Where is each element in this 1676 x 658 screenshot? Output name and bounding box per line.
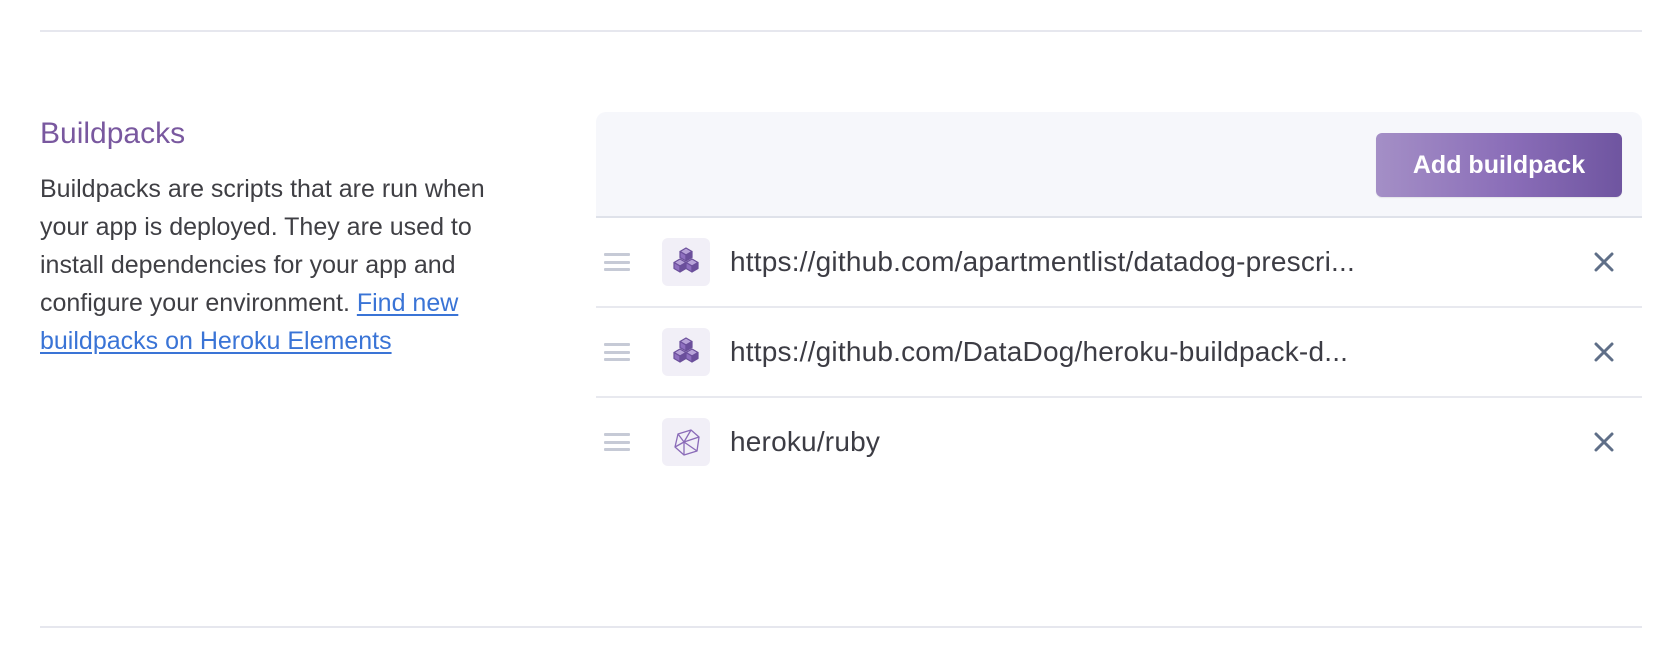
section-title: Buildpacks — [40, 117, 186, 150]
add-buildpack-button[interactable]: Add buildpack — [1376, 133, 1622, 197]
remove-buildpack-close-icon[interactable] — [1586, 244, 1622, 280]
buildpacks-settings-page: Buildpacks Buildpacks are scripts that a… — [0, 0, 1676, 658]
drag-handle-icon[interactable] — [604, 433, 630, 451]
section-description: Buildpacks are scripts that are run when… — [40, 170, 540, 360]
bottom-divider — [40, 626, 1642, 628]
cubes-icon — [662, 238, 710, 286]
remove-buildpack-close-icon[interactable] — [1586, 424, 1622, 460]
buildpacks-panel: Add buildpack https://github.com/apartme… — [596, 112, 1642, 532]
remove-buildpack-close-icon[interactable] — [1586, 334, 1622, 370]
top-divider — [40, 30, 1642, 32]
buildpack-url: heroku/ruby — [730, 426, 881, 457]
buildpack-row: https://github.com/DataDog/heroku-buildp… — [596, 308, 1642, 398]
cubes-icon — [662, 328, 710, 376]
panel-header: Add buildpack — [596, 112, 1642, 218]
ruby-icon — [662, 418, 710, 466]
buildpack-url: https://github.com/DataDog/heroku-buildp… — [730, 336, 1349, 367]
buildpacks-intro: Buildpacks Buildpacks are scripts that a… — [40, 114, 540, 360]
drag-handle-icon[interactable] — [604, 343, 630, 361]
drag-handle-icon[interactable] — [604, 253, 630, 271]
buildpack-url: https://github.com/apartmentlist/datadog… — [730, 246, 1355, 277]
buildpack-row: https://github.com/apartmentlist/datadog… — [596, 218, 1642, 308]
buildpack-row: heroku/ruby — [596, 398, 1642, 486]
